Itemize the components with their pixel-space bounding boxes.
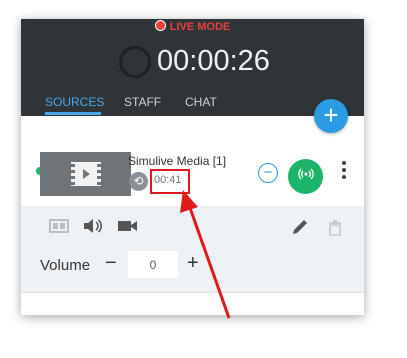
annotation-arrow-icon (180, 190, 231, 319)
